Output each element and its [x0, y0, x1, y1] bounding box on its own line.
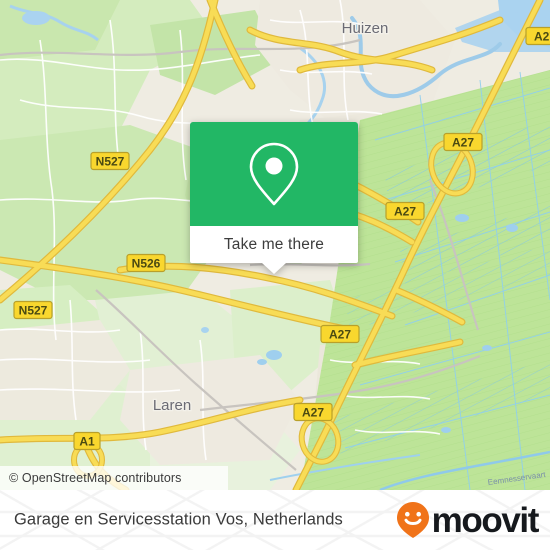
footer-bar: Garage en Servicesstation Vos, Netherlan…: [0, 490, 550, 550]
svg-text:N526: N526: [132, 256, 161, 270]
place-label: Laren: [153, 397, 191, 414]
place-title: Garage en Servicesstation Vos, Netherlan…: [14, 510, 343, 529]
road-shield: A27: [293, 402, 333, 422]
location-pin-icon: [249, 142, 299, 206]
moovit-logo[interactable]: moovit: [395, 500, 540, 540]
road-shield: A27: [320, 324, 360, 344]
svg-text:A27: A27: [302, 405, 324, 419]
svg-text:A27: A27: [534, 29, 550, 43]
svg-text:A27: A27: [329, 327, 351, 341]
moovit-map-page: N527 N526 N527 A1 A27 A27 A27 A27 A27 Huizen Laren…: [0, 0, 550, 550]
road-shield: A1: [73, 431, 101, 451]
take-me-there-button[interactable]: Take me there: [190, 226, 358, 274]
popup-pin-area: [190, 122, 358, 226]
svg-text:N527: N527: [96, 154, 125, 168]
moovit-wordmark: moovit: [431, 500, 540, 540]
road-shield: N526: [126, 253, 166, 273]
svg-text:A27: A27: [452, 135, 474, 149]
moovit-smiley-pin-icon: [396, 502, 429, 538]
map-popup-card[interactable]: Take me there: [190, 122, 358, 274]
svg-text:A27: A27: [394, 204, 416, 218]
svg-text:A1: A1: [79, 434, 95, 448]
svg-text:N527: N527: [19, 303, 48, 317]
osm-attribution[interactable]: © OpenStreetMap contributors: [0, 466, 228, 490]
take-me-there-label: Take me there: [223, 235, 325, 253]
road-shield: N527: [90, 151, 130, 171]
road-shield: A27: [385, 201, 425, 221]
road-shield: N527: [13, 300, 53, 320]
osm-attribution-text: © OpenStreetMap contributors: [9, 471, 182, 485]
road-shield: A27: [443, 132, 483, 152]
place-label: Huizen: [342, 20, 389, 37]
road-shield: A27: [525, 26, 550, 46]
popup-tail: [262, 263, 286, 274]
